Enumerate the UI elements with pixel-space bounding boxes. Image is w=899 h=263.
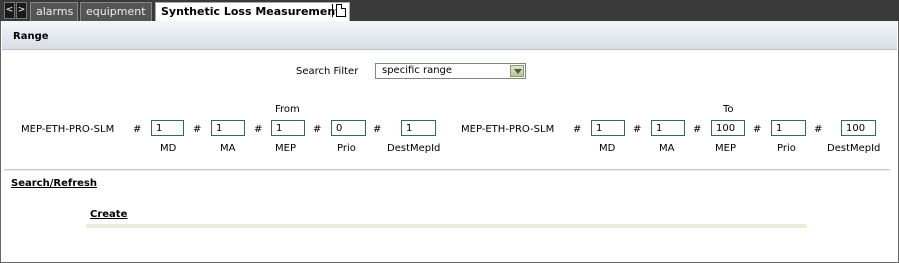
to-mep-caption: MEP: [715, 143, 736, 154]
to-destmepid-input[interactable]: [841, 120, 876, 136]
from-prio-caption: Prio: [337, 143, 356, 154]
tab-equipment[interactable]: equipment: [80, 2, 152, 21]
search-filter-label: Search Filter: [296, 66, 359, 77]
hash-separator: #: [633, 124, 642, 135]
hash-separator: #: [573, 124, 582, 135]
to-md-caption: MD: [599, 143, 616, 154]
chevron-down-icon[interactable]: [510, 65, 524, 77]
tab-bar: < > alarms equipment Synthetic Loss Meas…: [0, 0, 899, 21]
tab-synthetic-loss-measurement[interactable]: Synthetic Loss Measurement: [155, 2, 350, 21]
from-md-input[interactable]: [151, 120, 184, 136]
to-prefix: MEP-ETH-PRO-SLM: [461, 124, 555, 135]
to-ma-caption: MA: [659, 143, 675, 154]
from-mep-input[interactable]: [271, 120, 305, 136]
to-ma-input[interactable]: [651, 120, 685, 136]
hash-separator: #: [693, 124, 702, 135]
to-heading: To: [723, 104, 734, 115]
tab-scroll-left-button[interactable]: <: [4, 2, 15, 19]
hash-separator: #: [193, 124, 202, 135]
to-md-input[interactable]: [591, 120, 625, 136]
from-ma-caption: MA: [220, 143, 236, 154]
document-icon[interactable]: [336, 4, 346, 17]
hash-separator: #: [753, 124, 762, 135]
section-divider: [4, 169, 890, 171]
tab-separator: [332, 4, 333, 17]
search-filter-select[interactable]: specific range: [375, 63, 526, 79]
search-refresh-link[interactable]: Search/Refresh: [11, 178, 97, 189]
from-ma-input[interactable]: [211, 120, 245, 136]
from-destmepid-caption: DestMepId: [387, 143, 441, 154]
from-prio-input[interactable]: [331, 120, 366, 136]
range-title: Range: [13, 31, 49, 42]
to-destmepid-caption: DestMepId: [827, 143, 881, 154]
hash-separator: #: [133, 124, 142, 135]
from-destmepid-input[interactable]: [401, 120, 436, 136]
range-section-header: Range: [2, 21, 897, 50]
from-md-caption: MD: [160, 143, 177, 154]
tab-scroll-right-button[interactable]: >: [16, 2, 27, 19]
create-bar: [86, 224, 807, 228]
search-filter-value: specific range: [382, 65, 453, 76]
to-prio-caption: Prio: [777, 143, 796, 154]
create-link[interactable]: Create: [90, 209, 127, 220]
hash-separator: #: [373, 124, 382, 135]
hash-separator: #: [313, 124, 322, 135]
from-mep-caption: MEP: [275, 143, 296, 154]
from-prefix: MEP-ETH-PRO-SLM: [21, 124, 115, 135]
tab-alarms[interactable]: alarms: [30, 2, 78, 21]
hash-separator: #: [254, 124, 263, 135]
from-heading: From: [275, 104, 300, 115]
to-mep-input[interactable]: [711, 120, 745, 136]
hash-separator: #: [814, 124, 823, 135]
to-prio-input[interactable]: [771, 120, 806, 136]
